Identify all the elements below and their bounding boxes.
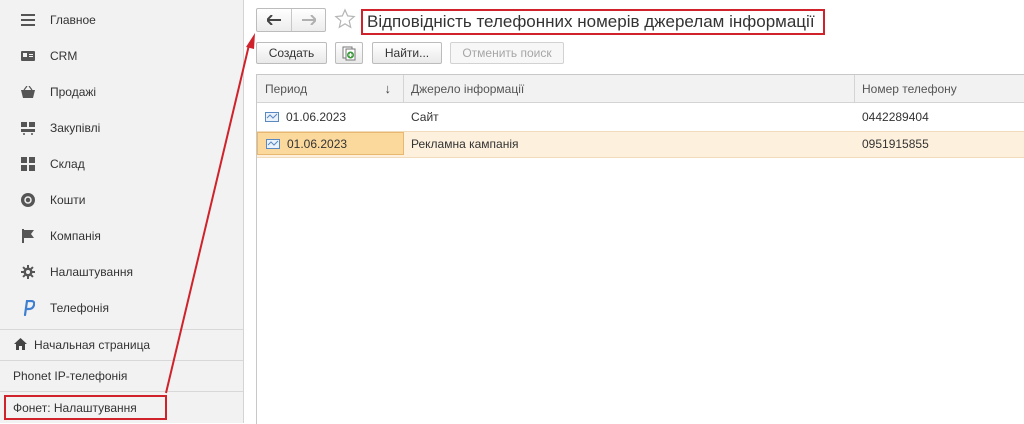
sidebar-item-label: Склад bbox=[50, 157, 85, 171]
forward-button[interactable] bbox=[292, 9, 326, 31]
sidebar-item-sales[interactable]: Продажі bbox=[0, 74, 243, 110]
sidebar-item-purchases[interactable]: Закупівлі bbox=[0, 110, 243, 146]
sidebar-item-main[interactable]: Главное bbox=[0, 2, 243, 38]
table-row-selected[interactable]: 01.06.2023 Рекламна кампанія 0951915855 bbox=[257, 131, 1024, 158]
source-cell: Рекламна кампанія bbox=[411, 136, 519, 151]
phone-cell: 0951915855 bbox=[862, 136, 929, 151]
main-content: Відповідність телефонних номерів джерела… bbox=[256, 0, 1024, 424]
period-value: 01.06.2023 bbox=[287, 136, 348, 151]
table-row[interactable]: 01.06.2023 Сайт 0442289404 bbox=[257, 104, 1024, 130]
sidebar-item-label: Телефонія bbox=[50, 301, 109, 315]
sidebar-item-label: Компанія bbox=[50, 229, 101, 243]
flag-icon bbox=[20, 228, 36, 244]
column-header-label: Номер телефону bbox=[862, 81, 957, 96]
sidebar-item-warehouse[interactable]: Склад bbox=[0, 146, 243, 182]
purchases-icon bbox=[20, 120, 36, 136]
warehouse-icon bbox=[20, 156, 36, 172]
basket-icon bbox=[20, 84, 36, 100]
add-copy-icon bbox=[342, 46, 356, 60]
sidebar-item-label: Кошти bbox=[50, 193, 86, 207]
crm-icon bbox=[20, 48, 36, 64]
sidebar-item-telephony[interactable]: Телефонія bbox=[0, 290, 243, 326]
sidebar-item-company[interactable]: Компанія bbox=[0, 218, 243, 254]
cancel-search-button[interactable]: Отменить поиск bbox=[450, 42, 564, 64]
home-icon bbox=[14, 338, 27, 353]
phone-cell: 0442289404 bbox=[862, 110, 929, 124]
column-header-period[interactable]: Период ↓ bbox=[257, 75, 404, 103]
annotation-highlight-box bbox=[4, 395, 167, 420]
arrow-left-icon bbox=[267, 15, 281, 25]
sidebar-item-crm[interactable]: CRM bbox=[0, 38, 243, 74]
gear-icon bbox=[20, 264, 36, 280]
copy-button[interactable] bbox=[335, 42, 363, 64]
find-button[interactable]: Найти... bbox=[372, 42, 442, 64]
page-title: Відповідність телефонних номерів джерела… bbox=[361, 9, 825, 35]
sidebar-item-label: Главное bbox=[50, 13, 96, 27]
menu-icon bbox=[20, 12, 36, 28]
sidebar-phonet-link[interactable]: Phonet IP-телефонія bbox=[0, 360, 243, 391]
sidebar-item-label: Закупівлі bbox=[50, 121, 101, 135]
column-header-label: Период bbox=[265, 81, 308, 96]
sidebar: Главное CRM Продажі Закупівлі Склад Кошт… bbox=[0, 0, 244, 423]
record-icon bbox=[265, 112, 279, 122]
phonet-logo-icon bbox=[20, 300, 36, 316]
column-header-label: Джерело інформації bbox=[411, 81, 525, 96]
data-table: Период ↓ Джерело інформації Номер телефо… bbox=[256, 74, 1024, 424]
source-cell: Сайт bbox=[411, 110, 439, 124]
money-icon bbox=[20, 192, 36, 208]
sidebar-item-label: CRM bbox=[50, 49, 78, 63]
home-link-label: Начальная страница bbox=[34, 338, 151, 352]
favorite-star-icon[interactable] bbox=[334, 8, 356, 33]
phonet-link-label: Phonet IP-телефонія bbox=[13, 369, 128, 383]
column-header-source[interactable]: Джерело інформації bbox=[404, 75, 855, 103]
back-button[interactable] bbox=[257, 9, 292, 31]
sort-desc-icon: ↓ bbox=[384, 81, 392, 96]
page-title-text: Відповідність телефонних номерів джерела… bbox=[367, 12, 815, 31]
period-value: 01.06.2023 bbox=[286, 110, 347, 124]
sidebar-item-label: Налаштування bbox=[50, 265, 133, 279]
create-button[interactable]: Создать bbox=[256, 42, 327, 64]
sidebar-home-link[interactable]: Начальная страница bbox=[0, 329, 243, 360]
column-header-phone[interactable]: Номер телефону bbox=[855, 75, 1024, 103]
record-icon bbox=[266, 138, 280, 149]
sidebar-item-money[interactable]: Кошти bbox=[0, 182, 243, 218]
period-cell: 01.06.2023 bbox=[257, 104, 404, 130]
sidebar-item-settings[interactable]: Налаштування bbox=[0, 254, 243, 290]
arrow-right-icon bbox=[302, 15, 316, 25]
history-nav bbox=[256, 8, 326, 32]
sidebar-item-label: Продажі bbox=[50, 85, 97, 99]
period-cell: 01.06.2023 bbox=[257, 132, 404, 155]
